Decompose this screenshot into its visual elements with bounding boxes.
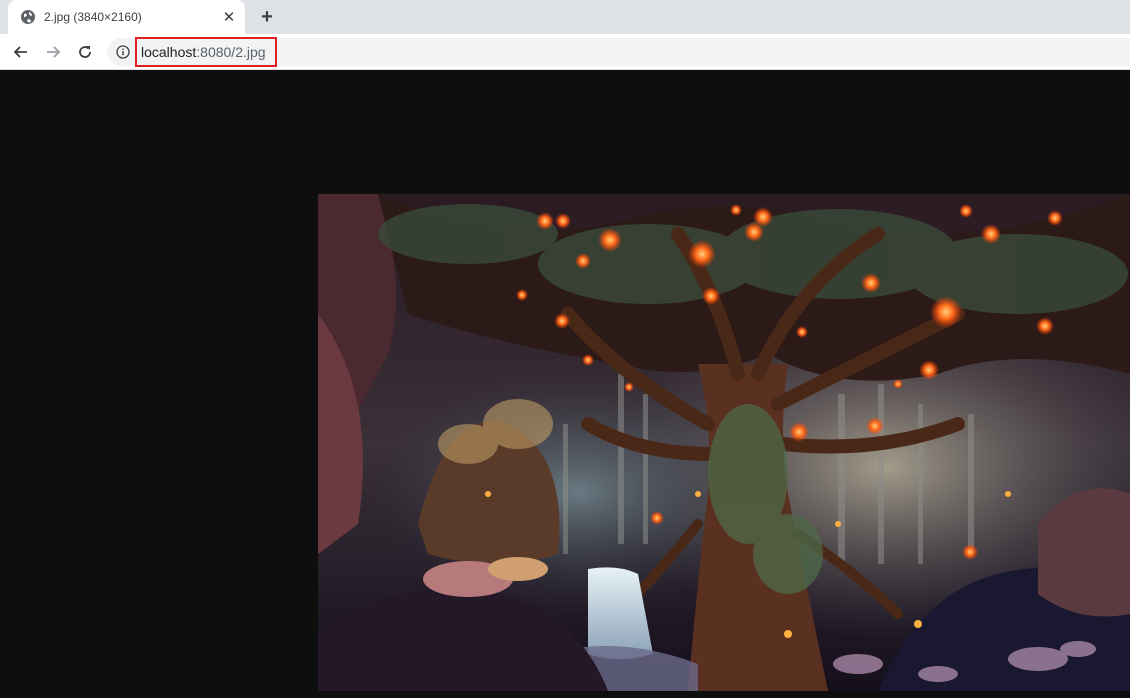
url-text[interactable]: localhost:8080/2.jpg (135, 37, 277, 67)
browser-toolbar: localhost:8080/2.jpg (0, 34, 1130, 70)
reload-button[interactable] (73, 40, 97, 64)
fantasy-forest-image (318, 194, 1130, 691)
url-host: localhost (141, 44, 197, 60)
displayed-image[interactable] (318, 194, 1130, 691)
info-icon[interactable] (116, 45, 130, 59)
arrow-left-icon (13, 46, 27, 58)
globe-icon (20, 9, 36, 25)
new-tab-button[interactable]: + (257, 6, 277, 28)
arrow-right-icon (47, 46, 61, 58)
address-bar[interactable]: localhost:8080/2.jpg (107, 37, 1130, 67)
url-path: :8080/2.jpg (196, 44, 266, 60)
active-tab[interactable]: 2.jpg (3840×2160) ✕ (8, 0, 245, 34)
reload-icon (79, 46, 91, 58)
image-viewer (0, 70, 1130, 698)
forward-button[interactable] (41, 40, 65, 64)
tab-title: 2.jpg (3840×2160) (44, 10, 142, 24)
back-button[interactable] (9, 40, 33, 64)
close-tab-icon[interactable]: ✕ (221, 9, 237, 26)
tab-strip: 2.jpg (3840×2160) ✕ + (0, 0, 1130, 34)
